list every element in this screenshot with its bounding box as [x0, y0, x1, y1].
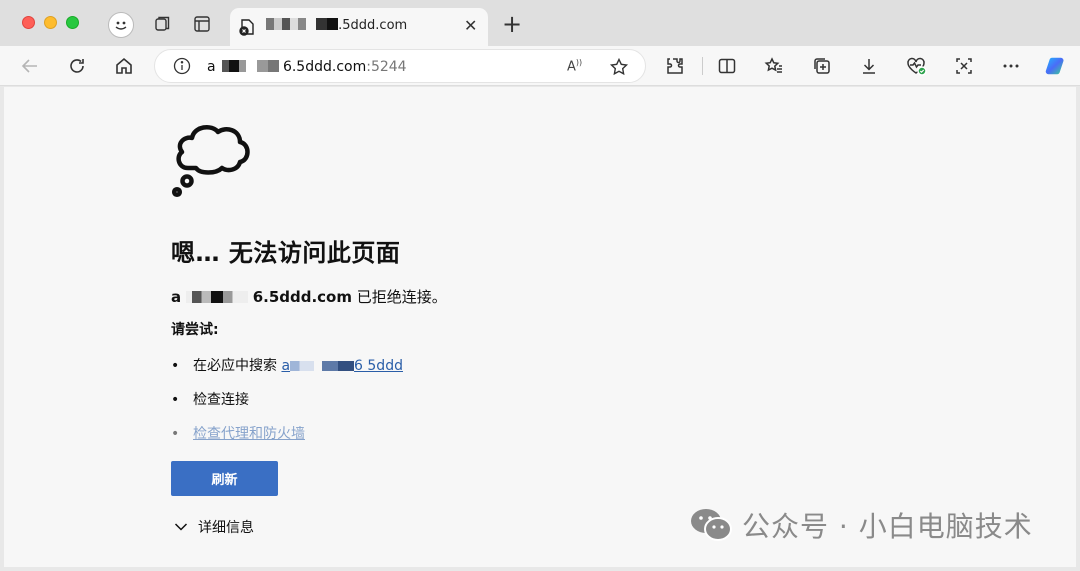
profile-avatar-icon[interactable] — [108, 12, 134, 38]
thought-cloud-icon — [171, 124, 250, 198]
extensions-icon[interactable] — [664, 55, 686, 77]
maximize-window-button[interactable] — [66, 16, 79, 29]
more-menu-icon[interactable] — [1000, 55, 1022, 77]
wechat-logo-icon — [691, 509, 732, 541]
back-arrow-icon[interactable] — [19, 55, 41, 77]
try-heading: 请尝试: — [171, 322, 219, 338]
favorites-icon[interactable] — [763, 55, 785, 77]
suggestion-check-connection: • 检查连接 — [171, 392, 249, 408]
home-icon[interactable] — [113, 55, 135, 77]
minimize-window-button[interactable] — [44, 16, 57, 29]
watermark: 公众号 · 小白电脑技术 — [690, 505, 1033, 545]
title-bar: .5ddd.com ✕ + — [0, 0, 1080, 46]
workspaces-icon[interactable] — [152, 13, 174, 35]
tab-close-icon[interactable]: ✕ — [464, 18, 477, 34]
error-message: a 6.5ddd.com 已拒绝连接。 — [171, 288, 447, 306]
address-bar[interactable]: a 6.5ddd.com:5244 A)) — [154, 49, 646, 83]
suggestion-search-bing: • 在必应中搜索 a6 5ddd — [171, 358, 403, 374]
bing-search-link[interactable]: a6 5ddd — [281, 358, 403, 374]
tab-actions-icon[interactable] — [191, 13, 213, 35]
active-tab[interactable]: .5ddd.com ✕ — [230, 8, 488, 46]
info-icon[interactable] — [173, 57, 191, 75]
details-toggle[interactable]: 详细信息 — [174, 517, 254, 537]
chevron-down-icon — [174, 523, 188, 531]
suggestion-check-proxy: • 检查代理和防火墙 — [171, 426, 305, 442]
error-title: 嗯… 无法访问此页面 — [171, 239, 401, 267]
split-screen-icon[interactable] — [716, 55, 738, 77]
url-text[interactable]: a 6.5ddd.com:5244 — [207, 59, 407, 75]
toolbar-separator — [702, 57, 703, 75]
copilot-icon[interactable] — [1045, 55, 1067, 77]
downloads-icon[interactable] — [858, 55, 880, 77]
check-proxy-link[interactable]: 检查代理和防火墙 — [193, 426, 305, 442]
screenshot-icon[interactable] — [953, 55, 975, 77]
read-aloud-icon[interactable]: A)) — [567, 58, 587, 76]
error-page: 嗯… 无法访问此页面 a 6.5ddd.com 已拒绝连接。 请尝试: • 在必应… — [4, 87, 1076, 567]
new-tab-icon[interactable]: + — [502, 12, 522, 36]
browser-essentials-icon[interactable] — [905, 55, 927, 77]
collections-icon[interactable] — [811, 55, 833, 77]
close-window-button[interactable] — [22, 16, 35, 29]
refresh-icon[interactable] — [66, 55, 88, 77]
favorite-star-icon[interactable] — [609, 57, 629, 77]
broken-page-icon — [239, 19, 254, 36]
tab-title: .5ddd.com — [266, 18, 407, 33]
browser-toolbar: a 6.5ddd.com:5244 A)) — [0, 46, 1080, 86]
refresh-button[interactable]: 刷新 — [171, 461, 278, 496]
